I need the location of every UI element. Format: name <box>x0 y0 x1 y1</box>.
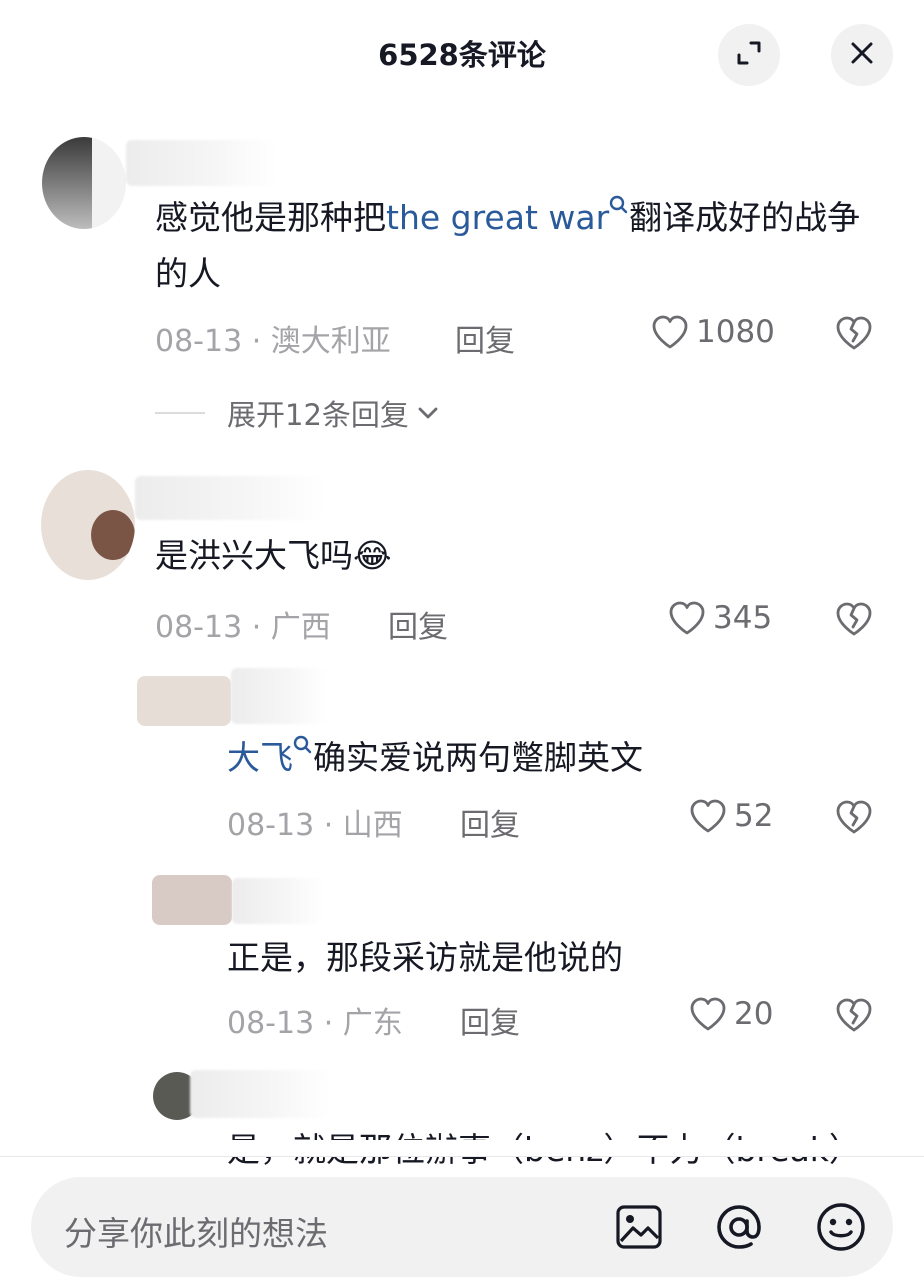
reply-text: 大飞 确实爱说两句蹩脚英文 <box>227 730 643 786</box>
emoji-button[interactable] <box>813 1199 869 1255</box>
reply-text: 正是，那段采访就是他说的 <box>227 938 623 977</box>
like-button[interactable]: 345 <box>667 599 772 637</box>
avatar[interactable] <box>137 676 231 726</box>
reply-button[interactable]: 回复 <box>388 602 448 646</box>
like-count: 52 <box>734 798 774 834</box>
like-count: 1080 <box>696 314 775 350</box>
username-blurred[interactable] <box>231 668 327 724</box>
like-button[interactable]: 20 <box>688 995 773 1033</box>
comments-header: 6528条评论 <box>0 0 924 100</box>
heart-icon <box>690 997 726 1031</box>
avatar[interactable] <box>42 137 126 229</box>
dislike-button[interactable] <box>834 314 874 356</box>
expand-icon <box>734 38 764 72</box>
username-blurred[interactable] <box>232 878 324 924</box>
avatar[interactable] <box>152 875 232 925</box>
comment-input-placeholder: 分享你此刻的想法 <box>64 1214 328 1253</box>
divider <box>0 1156 924 1157</box>
comment-meta: 08-13 · 澳大利亚 <box>155 324 391 359</box>
close-button[interactable] <box>831 24 893 86</box>
reply-button[interactable]: 回复 <box>460 800 520 844</box>
dislike-button[interactable] <box>834 996 874 1038</box>
expand-replies-button[interactable]: 展开12条回复 <box>155 392 441 434</box>
username-blurred[interactable] <box>126 140 276 186</box>
heart-icon <box>690 799 726 833</box>
comment-count-title: 6528条评论 <box>378 38 546 72</box>
heart-icon <box>669 601 705 635</box>
username-blurred[interactable] <box>135 476 325 520</box>
broken-heart-icon <box>836 602 872 636</box>
image-button[interactable] <box>611 1199 667 1255</box>
expand-button[interactable] <box>718 24 780 86</box>
reply-button[interactable]: 回复 <box>460 998 520 1042</box>
dislike-button[interactable] <box>834 600 874 642</box>
comment-input[interactable]: 分享你此刻的想法 <box>31 1177 893 1277</box>
broken-heart-icon <box>836 998 872 1032</box>
like-count: 345 <box>713 600 773 636</box>
at-icon <box>717 1205 761 1249</box>
reply-meta: 08-13 · 广东 <box>227 1006 403 1041</box>
heart-icon <box>652 315 688 349</box>
like-button[interactable]: 52 <box>688 797 773 835</box>
mention-button[interactable] <box>711 1199 767 1255</box>
search-link-icon <box>609 195 628 214</box>
broken-heart-icon <box>836 800 872 834</box>
close-icon <box>849 40 875 70</box>
like-button[interactable]: 1080 <box>650 313 775 351</box>
comment-text: 是洪兴大飞吗😂 <box>155 536 392 575</box>
emoji: 😂 <box>353 536 392 575</box>
comment-meta: 08-13 · 广西 <box>155 610 331 645</box>
search-link[interactable]: the great war <box>386 195 629 237</box>
search-link[interactable]: 大飞 <box>227 735 313 777</box>
dislike-button[interactable] <box>834 798 874 840</box>
like-count: 20 <box>734 996 774 1032</box>
image-icon <box>616 1205 662 1249</box>
search-link-icon <box>293 735 312 754</box>
username-blurred[interactable] <box>190 1070 330 1118</box>
reply-button[interactable]: 回复 <box>455 316 515 360</box>
reply-meta: 08-13 · 山西 <box>227 808 403 843</box>
comment-text: 感觉他是那种把the great war 翻译成好的战争的人 <box>155 190 890 302</box>
chevron-down-icon <box>418 407 438 419</box>
emoji-icon <box>817 1203 865 1251</box>
avatar[interactable] <box>41 470 135 580</box>
broken-heart-icon <box>836 316 872 350</box>
